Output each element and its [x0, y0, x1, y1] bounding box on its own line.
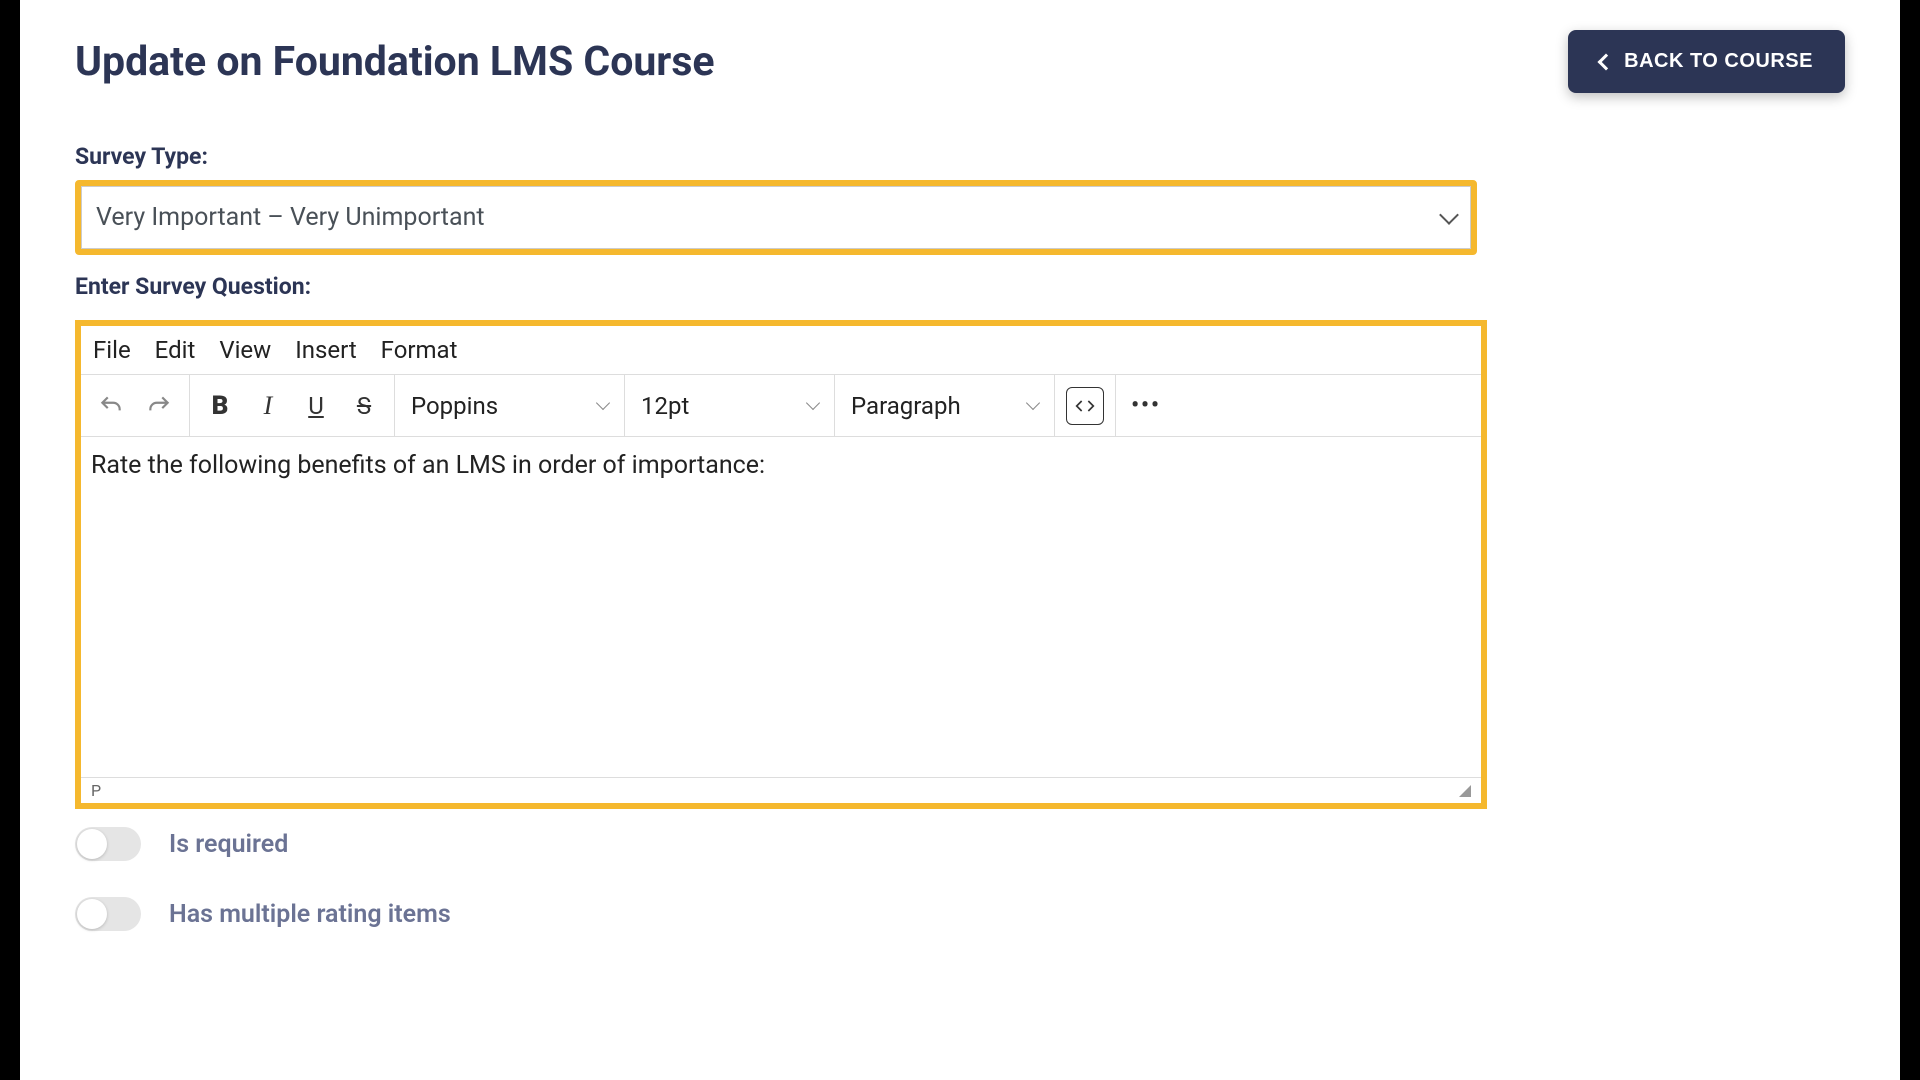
- menu-file[interactable]: File: [93, 336, 131, 364]
- rich-text-editor: File Edit View Insert Format: [75, 320, 1487, 809]
- survey-type-label: Survey Type:: [75, 143, 1555, 170]
- editor-menubar: File Edit View Insert Format: [81, 326, 1481, 375]
- survey-type-select[interactable]: Very Important – Very Unimportant: [81, 186, 1471, 249]
- block-format-select[interactable]: Paragraph: [835, 375, 1055, 436]
- font-size-select[interactable]: 12pt: [625, 375, 835, 436]
- chevron-down-icon: [806, 396, 820, 410]
- code-icon: [1066, 387, 1104, 425]
- menu-edit[interactable]: Edit: [155, 336, 196, 364]
- chevron-down-icon: [1439, 205, 1459, 225]
- menu-insert[interactable]: Insert: [295, 336, 356, 364]
- font-family-select[interactable]: Poppins: [395, 375, 625, 436]
- block-format-value: Paragraph: [851, 392, 961, 420]
- strikethrough-icon: S: [357, 392, 371, 420]
- chevron-down-icon: [596, 396, 610, 410]
- resize-handle-icon[interactable]: [1459, 785, 1471, 797]
- back-to-course-button[interactable]: BACK TO COURSE: [1568, 30, 1845, 93]
- font-family-value: Poppins: [411, 392, 498, 420]
- is-required-label: Is required: [169, 830, 288, 859]
- menu-view[interactable]: View: [219, 336, 271, 364]
- underline-button[interactable]: U: [292, 382, 340, 430]
- editor-toolbar: B I U S Poppins 12pt: [81, 375, 1481, 437]
- underline-icon: U: [308, 392, 324, 420]
- font-size-value: 12pt: [641, 392, 689, 420]
- back-button-label: BACK TO COURSE: [1624, 50, 1813, 73]
- multiple-rating-toggle[interactable]: [75, 897, 141, 931]
- editor-path: P: [91, 781, 101, 800]
- redo-icon: [146, 393, 172, 419]
- survey-question-label: Enter Survey Question:: [75, 273, 1555, 300]
- italic-button[interactable]: I: [244, 382, 292, 430]
- chevron-left-icon: [1598, 53, 1615, 70]
- bold-button[interactable]: B: [196, 382, 244, 430]
- strikethrough-button[interactable]: S: [340, 382, 388, 430]
- source-code-button[interactable]: [1061, 382, 1109, 430]
- toggle-knob-icon: [77, 899, 107, 929]
- chevron-down-icon: [1026, 396, 1040, 410]
- bold-icon: B: [212, 391, 229, 421]
- survey-type-value: Very Important – Very Unimportant: [96, 203, 485, 232]
- editor-content-area[interactable]: Rate the following benefits of an LMS in…: [81, 437, 1481, 777]
- toggle-knob-icon: [77, 829, 107, 859]
- page-title: Update on Foundation LMS Course: [75, 38, 715, 86]
- italic-icon: I: [264, 391, 273, 421]
- is-required-toggle[interactable]: [75, 827, 141, 861]
- undo-button[interactable]: [87, 382, 135, 430]
- multiple-rating-label: Has multiple rating items: [169, 900, 451, 929]
- menu-format[interactable]: Format: [381, 336, 458, 364]
- more-button[interactable]: •••: [1122, 382, 1170, 430]
- redo-button[interactable]: [135, 382, 183, 430]
- more-icon: •••: [1131, 393, 1161, 418]
- undo-icon: [98, 393, 124, 419]
- editor-statusbar: P: [81, 777, 1481, 803]
